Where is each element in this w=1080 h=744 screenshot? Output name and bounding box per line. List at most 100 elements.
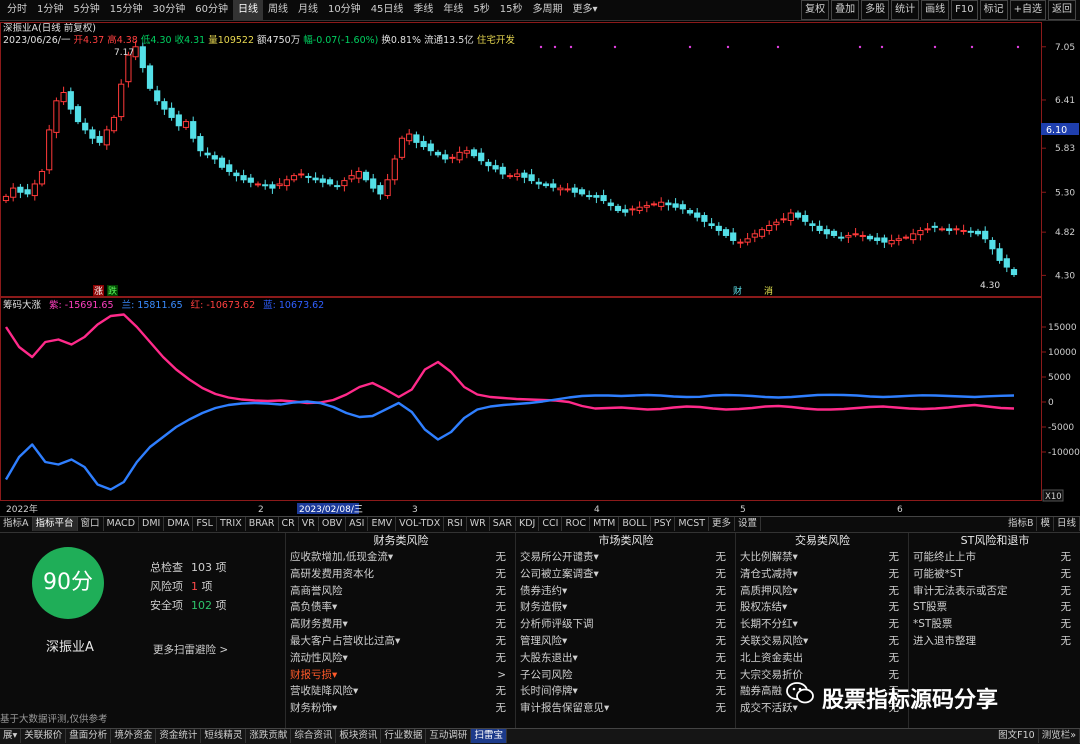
tool-button[interactable]: 多股 (861, 0, 890, 20)
period-tab[interactable]: 5分钟 (68, 0, 104, 20)
period-tab[interactable]: 30分钟 (147, 0, 190, 20)
indicator-tab[interactable]: 更多 (709, 517, 736, 531)
risk-item[interactable]: 高负债率▾ 无 (286, 599, 516, 616)
more-scan-link[interactable]: 更多扫雷避险 > (153, 642, 228, 657)
period-tab[interactable]: 10分钟 (323, 0, 366, 20)
risk-item[interactable]: 流动性风险▾ 无 (286, 650, 516, 667)
indicator-tab[interactable]: WR (467, 517, 490, 531)
indicator-tab-right[interactable]: 模 (1037, 517, 1054, 531)
status-right-item[interactable]: 测览栏» (1039, 729, 1080, 743)
risk-item[interactable]: 高研发费用资本化 无 (286, 566, 516, 583)
status-tab[interactable]: 板块资讯 (336, 729, 382, 743)
risk-item[interactable]: *ST股票 无 (909, 616, 1080, 633)
risk-item[interactable]: 关联交易风险▾ 无 (736, 633, 909, 650)
indicator-tab[interactable]: MTM (590, 517, 620, 531)
tool-button[interactable]: 返回 (1048, 0, 1076, 20)
period-tab[interactable]: 5秒 (468, 0, 494, 20)
risk-item[interactable]: 股权冻结▾ 无 (736, 599, 909, 616)
status-tab[interactable]: 短线精灵 (201, 729, 247, 743)
risk-item[interactable]: 清仓式减持▾ 无 (736, 566, 909, 583)
risk-item[interactable]: 财报亏损▾ > (286, 667, 516, 684)
period-tab[interactable]: 1分钟 (32, 0, 68, 20)
indicator-tab[interactable]: 窗口 (78, 517, 104, 531)
indicator-tab[interactable]: DMA (164, 517, 194, 531)
status-tab[interactable]: 行业数据 (381, 729, 427, 743)
period-tab[interactable]: 周线 (263, 0, 293, 20)
marker-cai-label[interactable]: 财 (733, 285, 742, 297)
period-tab[interactable]: 月线 (293, 0, 323, 20)
indicator-tab-right[interactable]: 指标B (1005, 517, 1038, 531)
period-tab[interactable]: 年线 (438, 0, 468, 20)
risk-item[interactable]: 长时间停牌▾ 无 (516, 683, 736, 700)
indicator-tab[interactable]: BRAR (246, 517, 279, 531)
risk-item[interactable]: 高质押风险▾ 无 (736, 583, 909, 600)
tool-button[interactable]: 复权 (801, 0, 830, 20)
indicator-tab[interactable]: RSI (444, 517, 467, 531)
risk-item[interactable]: 审计无法表示或否定 无 (909, 583, 1080, 600)
risk-item[interactable]: 高商誉风险 无 (286, 583, 516, 600)
risk-item[interactable]: 交易所公开谴责▾ 无 (516, 549, 736, 566)
status-tab[interactable]: 资金统计 (156, 729, 202, 743)
risk-item[interactable]: 子公司风险 无 (516, 667, 736, 684)
risk-item[interactable]: 长期不分红▾ 无 (736, 616, 909, 633)
indicator-tab-right[interactable]: 日线 (1054, 517, 1080, 531)
tool-button[interactable]: 标记 (979, 0, 1008, 20)
indicator-tab[interactable]: 设置 (735, 517, 762, 531)
period-tab[interactable]: 15秒 (495, 0, 528, 20)
risk-item[interactable]: 财务粉饰▾ 无 (286, 700, 516, 717)
indicator-tab[interactable]: VOL-TDX (396, 517, 445, 531)
indicator-tab[interactable]: BOLL (619, 517, 651, 531)
indicator-tab[interactable]: FSL (193, 517, 217, 531)
risk-item[interactable]: 大比例解禁▾ 无 (736, 549, 909, 566)
indicator-tab[interactable]: VR (299, 517, 319, 531)
status-tab[interactable]: 涨跌贡献 (246, 729, 292, 743)
tool-button[interactable]: F10 (951, 0, 978, 20)
tool-button[interactable]: 统计 (891, 0, 920, 20)
risk-item[interactable]: 大股东退出▾ 无 (516, 650, 736, 667)
indicator-tab[interactable]: CR (279, 517, 299, 531)
indicator-tab[interactable]: DMI (139, 517, 165, 531)
period-tab[interactable]: 45日线 (366, 0, 409, 20)
tool-button[interactable]: 叠加 (831, 0, 860, 20)
risk-item[interactable]: 管理风险▾ 无 (516, 633, 736, 650)
risk-item[interactable]: 进入退市整理 无 (909, 633, 1080, 650)
indicator-tab[interactable]: MACD (104, 517, 140, 531)
period-tab[interactable]: 多周期 (528, 0, 568, 20)
risk-item[interactable]: 审计报告保留意见▾ 无 (516, 700, 736, 717)
status-tab[interactable]: 境外资金 (111, 729, 157, 743)
risk-item[interactable]: 财务造假▾ 无 (516, 599, 736, 616)
status-tab[interactable]: 综合资讯 (291, 729, 337, 743)
indicator-tab[interactable]: ROC (562, 517, 591, 531)
indicator-tab[interactable]: KDJ (516, 517, 540, 531)
status-tab[interactable]: 关联报价 (21, 729, 67, 743)
period-tab[interactable]: 分时 (2, 0, 32, 20)
tool-button[interactable]: +自选 (1009, 0, 1046, 20)
period-tab[interactable]: 15分钟 (105, 0, 148, 20)
indicator-tab[interactable]: MCST (675, 517, 710, 531)
indicator-tab[interactable]: OBV (319, 517, 347, 531)
indicator-tab[interactable]: TRIX (217, 517, 246, 531)
marker-xiao-label[interactable]: 消 (764, 285, 773, 297)
period-tab[interactable]: 日线 (232, 0, 263, 20)
status-tab[interactable]: 盘面分析 (66, 729, 112, 743)
risk-item[interactable]: 北上资金卖出 无 (736, 650, 909, 667)
indicator-tab[interactable]: EMV (368, 517, 397, 531)
indicator-tab[interactable]: ASI (346, 517, 369, 531)
indicator-tab[interactable]: 指标A (0, 517, 33, 531)
kline-chart[interactable]: 7.05 6.41 5.83 5.30 4.82 4.30 15000 10000 5000 0… (0, 22, 1080, 516)
risk-item[interactable]: 分析师评级下调 无 (516, 616, 736, 633)
status-tab[interactable]: 展▾ (0, 729, 22, 743)
risk-item[interactable]: 应收款增加,低现金流▾ 无 (286, 549, 516, 566)
risk-item[interactable]: 营收陡降风险▾ 无 (286, 683, 516, 700)
risk-item[interactable]: 公司被立案调查▾ 无 (516, 566, 736, 583)
risk-item[interactable]: 可能终止上市 无 (909, 549, 1080, 566)
risk-item[interactable]: ST股票 无 (909, 599, 1080, 616)
risk-item[interactable]: 债券违约▾ 无 (516, 583, 736, 600)
risk-item[interactable]: 大宗交易折价 无 (736, 667, 909, 684)
status-tab[interactable]: 互动调研 (426, 729, 472, 743)
risk-item[interactable]: 可能被*ST 无 (909, 566, 1080, 583)
indicator-tab[interactable]: CCI (539, 517, 563, 531)
indicator-tab[interactable]: PSY (651, 517, 676, 531)
period-tab[interactable]: 60分钟 (190, 0, 233, 20)
period-tab[interactable]: 更多▾ (568, 0, 603, 20)
